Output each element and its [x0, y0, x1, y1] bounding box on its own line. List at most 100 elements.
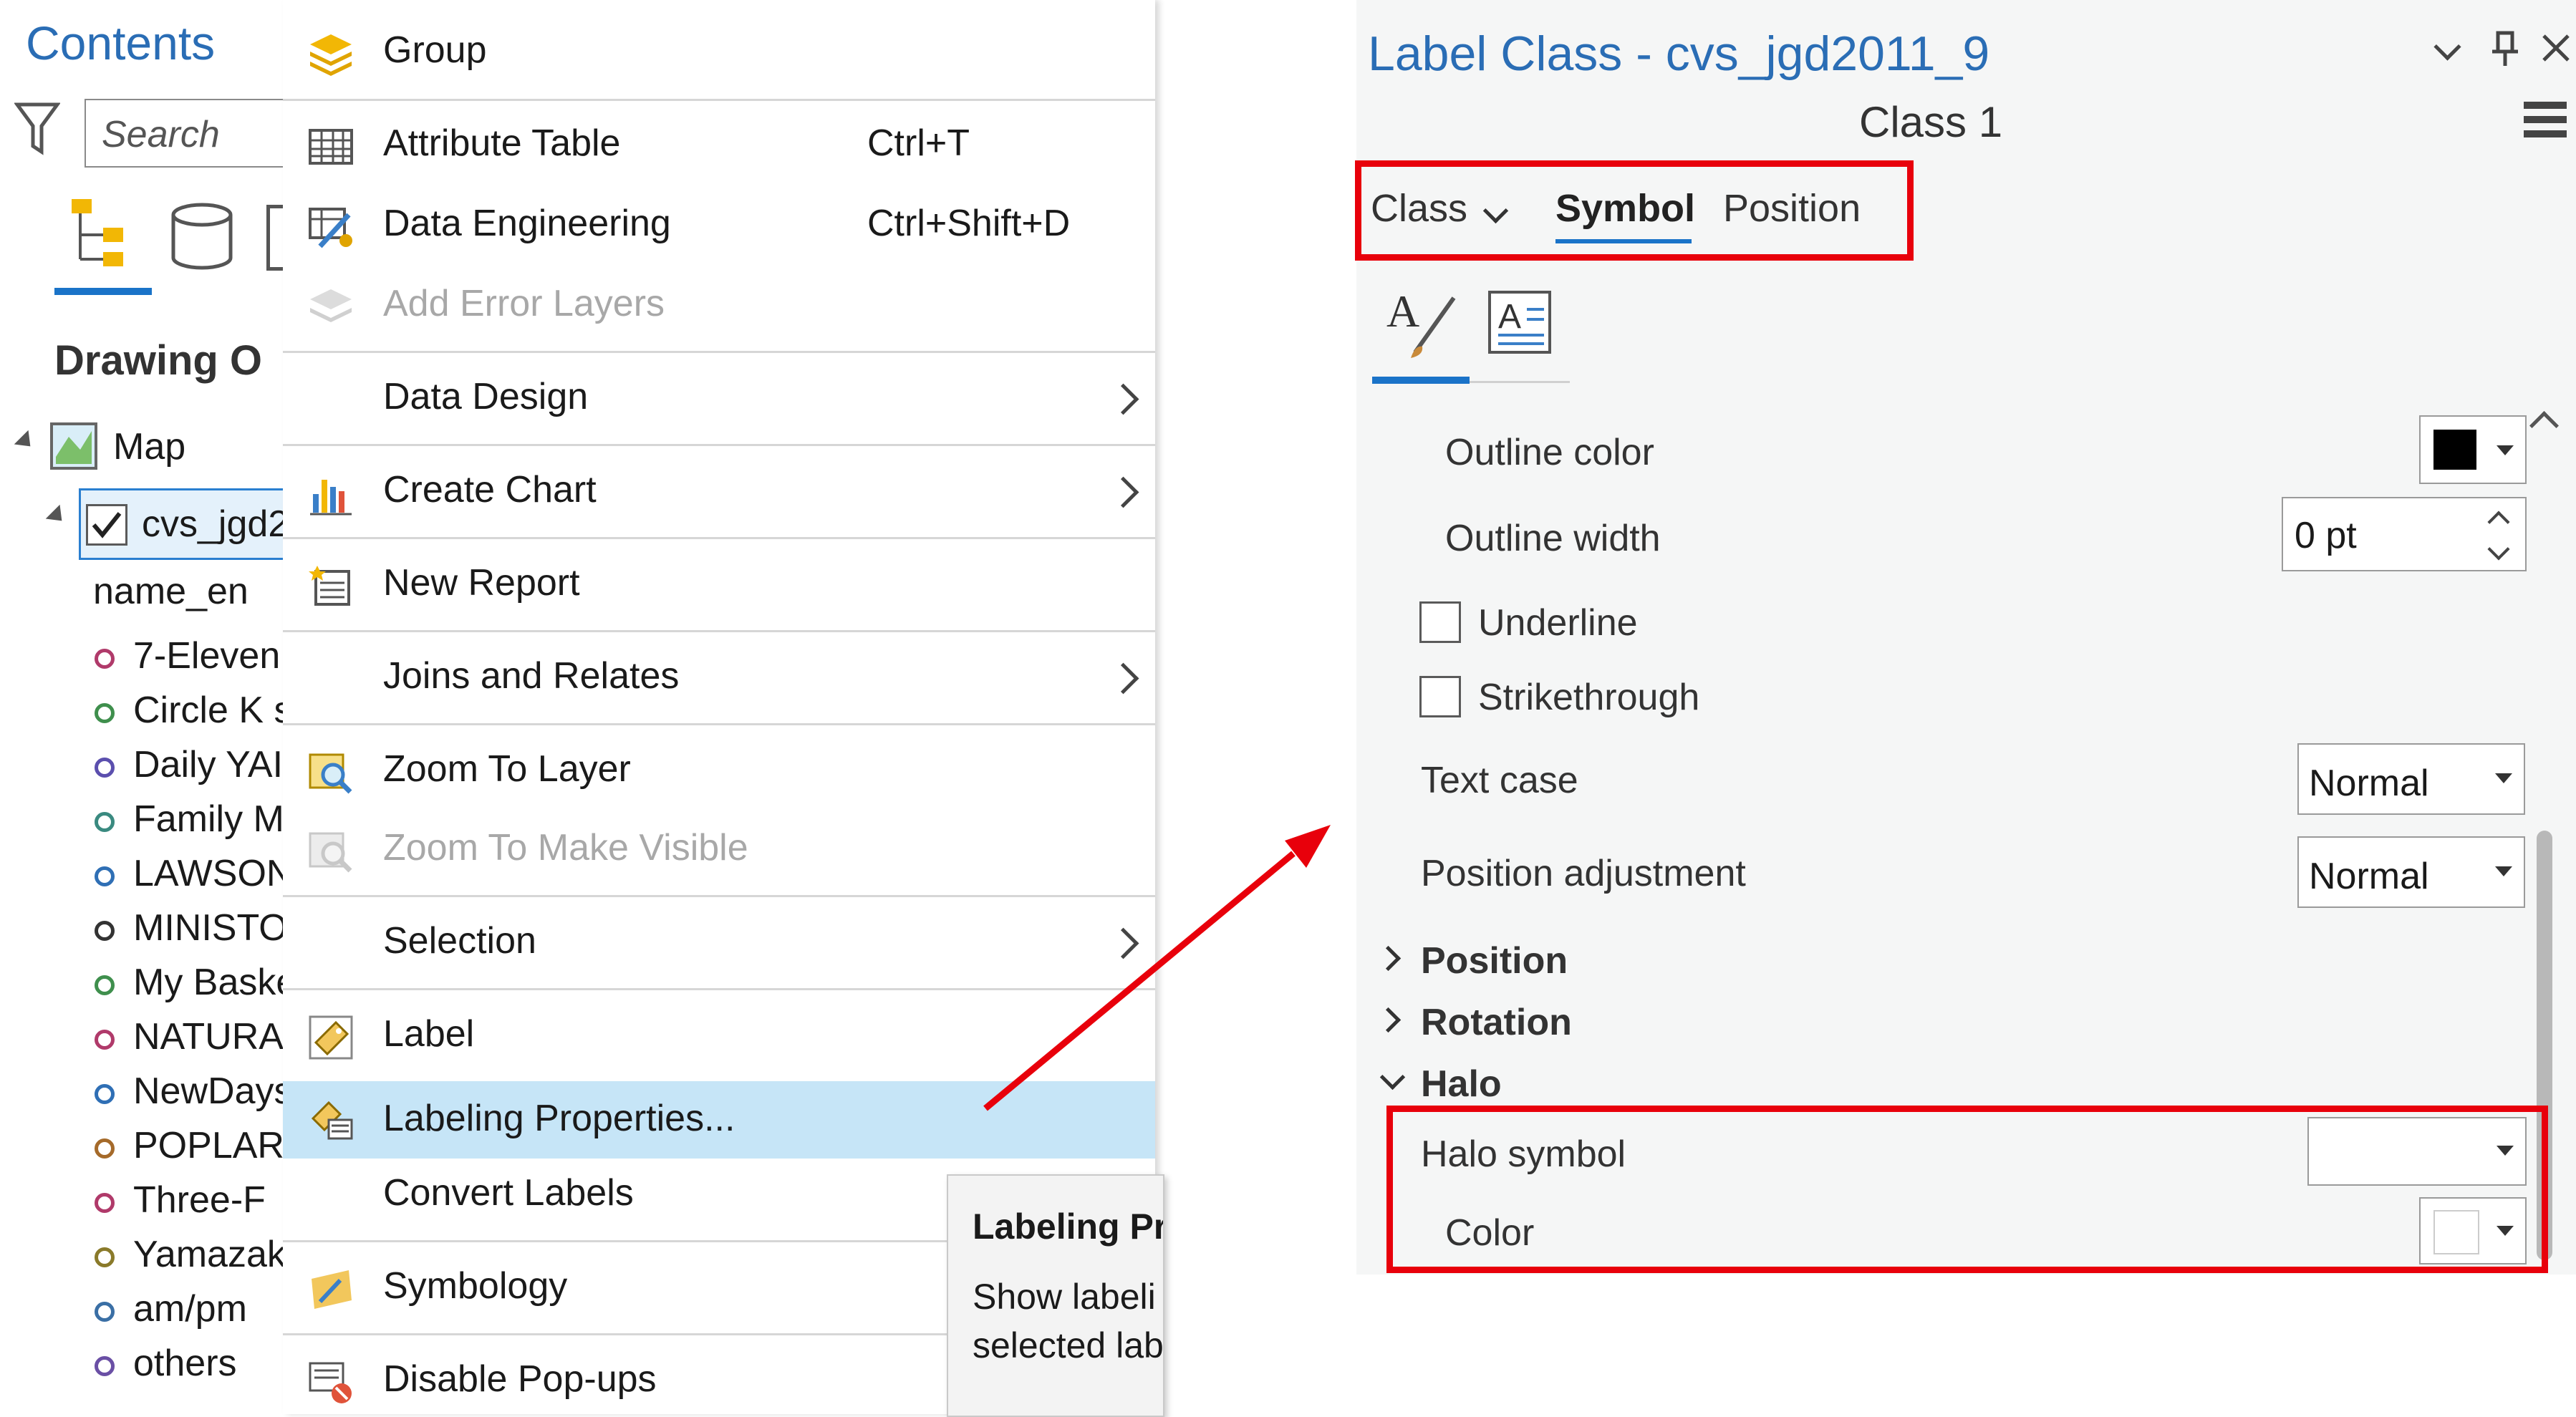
- highlight-box-tabs: [1355, 160, 1914, 261]
- map-item[interactable]: Map: [113, 425, 185, 468]
- point-symbol-icon: [95, 1193, 115, 1213]
- collapse-icon[interactable]: [14, 430, 38, 454]
- labeling-properties-icon: [311, 1101, 353, 1140]
- text-symbol-icon[interactable]: A: [1382, 284, 1461, 362]
- disable-popup-icon: [309, 1362, 352, 1403]
- legend-item[interactable]: am/pm: [133, 1287, 247, 1330]
- point-symbol-icon: [95, 1247, 115, 1267]
- outline-width-label: Outline width: [1445, 518, 1661, 559]
- dropdown-caret-icon: [2495, 866, 2512, 876]
- legend-item[interactable]: LAWSON: [133, 852, 283, 895]
- data-engineering-icon: [309, 208, 352, 248]
- point-symbol-icon: [95, 812, 115, 832]
- legend-item[interactable]: My Baske: [133, 961, 283, 1004]
- annotation-arrow: [983, 825, 1331, 1111]
- hamburger-menu-icon[interactable]: [2522, 99, 2568, 142]
- point-symbol-icon: [95, 975, 115, 995]
- menu-item-joins-relates[interactable]: Joins and Relates: [283, 654, 1155, 707]
- section-halo[interactable]: Halo: [1421, 1063, 1502, 1106]
- collapse-layer-icon[interactable]: [45, 504, 69, 528]
- point-symbol-icon: [95, 1138, 115, 1159]
- report-icon: [309, 566, 350, 606]
- zoom-layer-icon: [309, 753, 352, 794]
- legend-item[interactable]: Yamazak: [133, 1233, 283, 1276]
- search-input[interactable]: Search: [85, 99, 283, 168]
- group-layer-icon: [310, 34, 352, 76]
- legend-item[interactable]: Three-F: [133, 1179, 266, 1222]
- outline-width-stepper[interactable]: 0 pt: [2282, 497, 2527, 571]
- label-icon: [309, 1015, 353, 1060]
- point-symbol-icon: [95, 921, 115, 941]
- data-source-icon[interactable]: [166, 200, 238, 272]
- outline-color-label: Outline color: [1445, 432, 1654, 473]
- active-tab-indicator: [54, 288, 152, 295]
- pin-icon[interactable]: [2488, 29, 2522, 69]
- point-symbol-icon: [95, 1030, 115, 1050]
- selection-tab-icon[interactable]: [266, 205, 283, 271]
- text-case-select[interactable]: Normal: [2297, 743, 2525, 815]
- menu-item-zoom-to-layer[interactable]: Zoom To Layer: [283, 748, 1155, 801]
- color-swatch-black: [2433, 430, 2476, 470]
- tooltip: Labeling Pr Show labeli selected lab: [947, 1174, 1164, 1417]
- position-adjustment-select[interactable]: Normal: [2297, 836, 2525, 908]
- error-layers-icon: [310, 289, 352, 322]
- point-symbol-icon: [95, 703, 115, 723]
- contents-pane: Contents Search Drawing O Map cvs_jgd2 n…: [0, 0, 284, 1414]
- section-position[interactable]: Position: [1421, 939, 1568, 982]
- layer-visibility-checkbox[interactable]: [86, 504, 127, 546]
- menu-item-group[interactable]: Group: [283, 29, 1155, 82]
- svg-text:A: A: [1498, 298, 1521, 336]
- legend-item[interactable]: Circle K s: [133, 689, 283, 732]
- point-symbol-icon: [95, 866, 115, 886]
- menu-item-data-design[interactable]: Data Design: [283, 375, 1155, 428]
- point-symbol-icon: [95, 1356, 115, 1376]
- menu-item-attribute-table[interactable]: Attribute Table Ctrl+T: [283, 122, 1155, 175]
- menu-item-create-chart[interactable]: Create Chart: [283, 468, 1155, 521]
- stepper-down-icon[interactable]: [2487, 538, 2510, 561]
- map-icon: [50, 422, 97, 470]
- stepper-up-icon[interactable]: [2487, 511, 2510, 533]
- legend-item[interactable]: others: [133, 1342, 237, 1385]
- underline-label: Underline: [1478, 602, 1638, 644]
- submenu-chevron-icon: [1107, 662, 1139, 695]
- outline-color-picker[interactable]: [2419, 415, 2527, 484]
- legend-item[interactable]: NATURAI: [133, 1015, 283, 1058]
- strikethrough-label: Strikethrough: [1478, 677, 1700, 718]
- legend-item[interactable]: 7-Eleven: [133, 634, 280, 677]
- point-symbol-icon: [95, 649, 115, 669]
- point-symbol-icon: [95, 758, 115, 778]
- legend-item[interactable]: Family M: [133, 798, 283, 841]
- table-icon: [309, 129, 353, 165]
- point-symbol-icon: [95, 1302, 115, 1322]
- menu-item-add-error-layers: Add Error Layers: [283, 282, 1155, 335]
- section-rotation[interactable]: Rotation: [1421, 1001, 1572, 1044]
- text-case-label: Text case: [1421, 760, 1578, 801]
- submenu-chevron-icon: [1107, 476, 1139, 508]
- chart-icon: [310, 480, 352, 516]
- legend-item[interactable]: POPLAR: [133, 1124, 283, 1167]
- legend-item[interactable]: MINISTO: [133, 906, 283, 949]
- legend-item[interactable]: Daily YAI: [133, 743, 283, 786]
- menu-item-new-report[interactable]: New Report: [283, 561, 1155, 614]
- svg-text:A: A: [1386, 286, 1419, 337]
- drawing-order-heading: Drawing O: [54, 337, 263, 384]
- text-formatting-icon[interactable]: A: [1485, 288, 1554, 357]
- field-name: name_en: [93, 571, 249, 612]
- drawing-order-icon[interactable]: [63, 193, 142, 272]
- layer-name: cvs_jgd2: [142, 503, 284, 545]
- dropdown-caret-icon: [2497, 445, 2514, 455]
- strikethrough-checkbox[interactable]: [1419, 676, 1461, 717]
- zoom-visible-icon: [309, 832, 352, 873]
- close-icon[interactable]: [2539, 32, 2572, 64]
- class-name: Class 1: [1859, 98, 2003, 146]
- sub-tab-underline: [1372, 377, 1470, 384]
- sub-tab-divider: [1470, 381, 1570, 383]
- point-symbol-icon: [95, 1084, 115, 1104]
- legend-item[interactable]: NewDays: [133, 1070, 283, 1113]
- filter-icon[interactable]: [14, 100, 60, 158]
- dropdown-caret-icon: [2495, 773, 2512, 783]
- submenu-chevron-icon: [1107, 383, 1139, 415]
- underline-checkbox[interactable]: [1419, 601, 1461, 643]
- menu-item-data-engineering[interactable]: Data Engineering Ctrl+Shift+D: [283, 202, 1155, 255]
- contents-title: Contents: [26, 16, 216, 69]
